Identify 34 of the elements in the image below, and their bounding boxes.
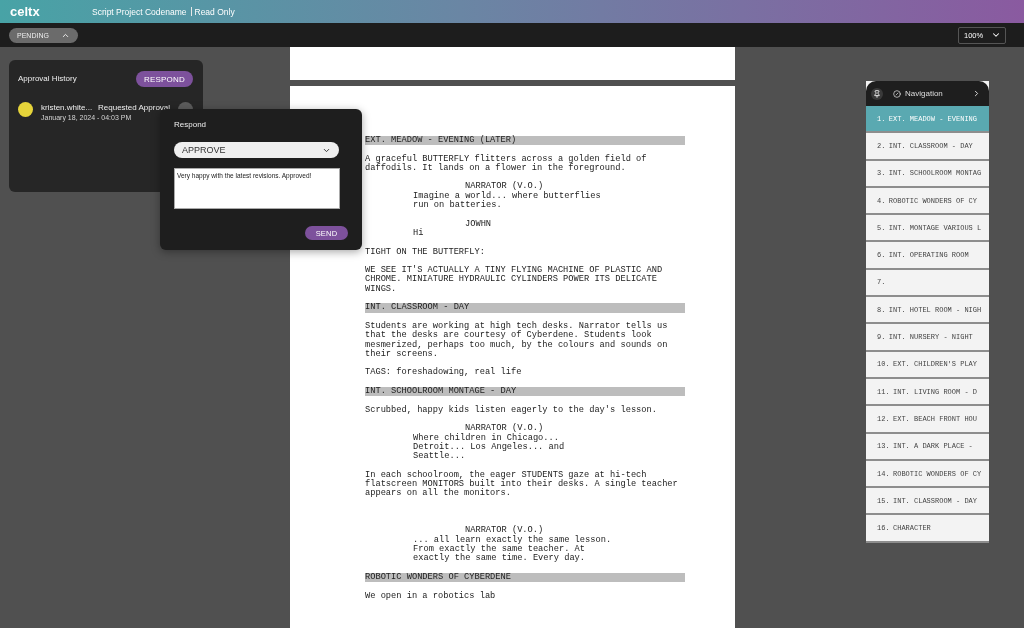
respond-button[interactable]: RESPOND bbox=[136, 71, 193, 87]
dialogue-text: Imagine a world... where butterflies run on batteries. bbox=[413, 191, 602, 211]
chevron-down-icon bbox=[991, 30, 1001, 40]
dialogue-text: Where children in Chicago... Detroit... Los Angeles... and Seattle... bbox=[413, 433, 566, 462]
scene-heading: EXT. MEADOW - EVENING (LATER) bbox=[365, 136, 685, 146]
action-text: Students are working at high tech desks. Narrator tells us that the desks are courtesy of Cyberdene. Students look mesmerized, perhaps too much, by the colours and sounds on their screens. bbox=[365, 321, 669, 360]
circle-slash-icon bbox=[893, 89, 901, 98]
action-text: We open in a robotics lab bbox=[365, 591, 497, 601]
entry-action: Requested Approval bbox=[98, 103, 171, 113]
dialogue-text: ... all learn exactly the same lesson. From exactly the same teacher. At exactly the same time. Every day. bbox=[413, 535, 613, 564]
action-text: TIGHT ON THE BUTTERFLY: bbox=[365, 247, 486, 257]
action-text: Scrubbed, happy kids listen eagerly to the day's lesson. bbox=[365, 405, 658, 415]
character-name: NARRATOR (V.O.) bbox=[465, 424, 544, 434]
action-text: In each schoolroom, the eager STUDENTS gaze at hi-tech flatscreen MONITORS built into their desks. A single teacher appears on all the monitors. bbox=[365, 470, 679, 499]
panel-title: Approval History bbox=[18, 74, 77, 84]
decision-dropdown[interactable]: APPROVE bbox=[174, 142, 339, 158]
navigation-title: Navigation bbox=[905, 88, 943, 99]
scene-heading: INT. SCHOOLROOM MONTAGE - DAY bbox=[365, 387, 685, 397]
popup-title: Respond bbox=[174, 120, 207, 130]
project-title: Script Project Codename bbox=[92, 6, 187, 17]
character-name: JOWHN bbox=[465, 219, 492, 229]
character-name: NARRATOR (V.O.) bbox=[465, 526, 544, 536]
user-name: kristen.white... bbox=[41, 103, 94, 113]
scene-heading: INT. CLASSROOM - DAY bbox=[365, 303, 685, 313]
action-text: A graceful BUTTERFLY flitters across a golden field of daffodils. It lands on a flower in the foreground. bbox=[365, 154, 648, 174]
action-text: WE SEE IT'S ACTUALLY A TINY FLYING MACHINE OF PLASTIC AND CHROME. MINIATURE HYDRAULIC CYLINDERS POWER ITS DELICATE WINGS. bbox=[365, 266, 664, 295]
pin-icon[interactable] bbox=[871, 87, 883, 100]
chevron-right-icon[interactable] bbox=[972, 89, 981, 98]
character-name: NARRATOR (V.O.) bbox=[465, 182, 544, 192]
scene-heading: ROBOTIC WONDERS OF CYBERDENE bbox=[365, 572, 685, 583]
access-mode: Read Only bbox=[194, 6, 235, 17]
dialogue-text: Hi bbox=[413, 228, 425, 239]
app-logo: celtx bbox=[10, 4, 41, 19]
action-text: TAGS: foreshadowing, real life bbox=[365, 368, 523, 378]
